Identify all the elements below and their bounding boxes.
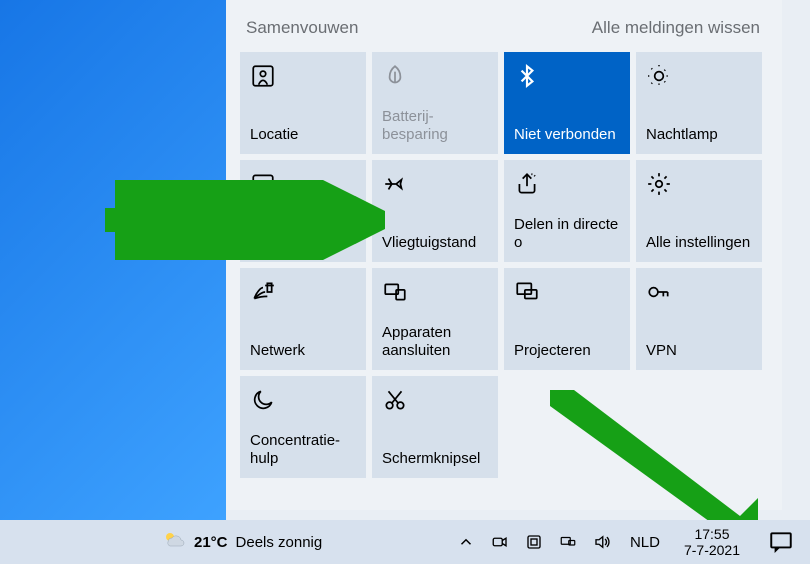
quick-action-label: Niet verbonden (514, 126, 620, 144)
moon-icon (250, 386, 278, 414)
quick-action-label: Netwerk (250, 342, 356, 360)
share-icon (514, 170, 542, 198)
bluetooth-icon (514, 62, 542, 90)
quick-action-label: Concentratie-hulp (250, 432, 356, 468)
quick-action-location[interactable]: Locatie (240, 52, 366, 154)
clock-date: 7-7-2021 (684, 542, 740, 558)
quick-action-network[interactable]: Netwerk (240, 268, 366, 370)
weather-desc: Deels zonnig (236, 534, 323, 551)
snip-icon (382, 386, 410, 414)
system-tray: NLD 17:55 7-7-2021 (456, 526, 802, 558)
ime-indicator[interactable]: NLD (626, 534, 664, 551)
quick-action-label: Alle instellingen (646, 234, 752, 252)
taskbar-clock[interactable]: 17:55 7-7-2021 (678, 526, 746, 558)
action-center-button[interactable] (768, 529, 794, 555)
quick-action-nearby-share[interactable]: Delen in directe o (504, 160, 630, 262)
location-icon (250, 62, 278, 90)
vpn-icon (646, 278, 674, 306)
nightlight-icon (646, 62, 674, 90)
quick-action-label: Locatie (250, 126, 356, 144)
clock-time: 17:55 (684, 526, 740, 542)
quick-action-airplane-mode[interactable]: Vliegtuigstand (372, 160, 498, 262)
quick-action-label: Apparaten aansluiten (382, 324, 488, 360)
tray-overflow-chevron-icon[interactable] (456, 532, 476, 552)
annotation-arrow-1 (105, 180, 385, 260)
quick-action-vpn[interactable]: VPN (636, 268, 762, 370)
connect-icon (382, 278, 410, 306)
weather-temp: 21°C (194, 534, 228, 551)
quick-action-battery-saver[interactable]: Batterij-besparing (372, 52, 498, 154)
network-icon (250, 278, 278, 306)
network-tray-icon[interactable] (558, 532, 578, 552)
clear-notifications-link[interactable]: Alle meldingen wissen (592, 18, 760, 38)
quick-action-label: Projecteren (514, 342, 620, 360)
quick-action-all-settings[interactable]: Alle instellingen (636, 160, 762, 262)
quick-action-project[interactable]: Projecteren (504, 268, 630, 370)
quick-action-label: Schermknipsel (382, 450, 488, 468)
settings-icon (646, 170, 674, 198)
quick-action-bluetooth[interactable]: Niet verbonden (504, 52, 630, 154)
quick-action-screen-snip[interactable]: Schermknipsel (372, 376, 498, 478)
tray-app-icon[interactable] (524, 532, 544, 552)
volume-tray-icon[interactable] (592, 532, 612, 552)
quick-action-label: Nachtlamp (646, 126, 752, 144)
battery-leaf-icon (382, 62, 410, 90)
quick-action-connect[interactable]: Apparaten aansluiten (372, 268, 498, 370)
taskbar-weather[interactable]: 21°C Deels zonnig (162, 528, 322, 556)
quick-action-label: VPN (646, 342, 752, 360)
quick-action-label: Vliegtuigstand (382, 234, 488, 252)
quick-action-label: Batterij-besparing (382, 108, 488, 144)
taskbar: 21°C Deels zonnig NLD 17:55 7-7-2021 (0, 520, 810, 564)
project-icon (514, 278, 542, 306)
weather-icon (162, 528, 186, 556)
desktop-background (0, 0, 226, 524)
airplane-icon (382, 170, 410, 198)
action-center-header: Samenvouwen Alle meldingen wissen (226, 0, 782, 52)
meet-now-icon[interactable] (490, 532, 510, 552)
quick-action-label: Delen in directe o (514, 216, 620, 252)
quick-action-nightlight[interactable]: Nachtlamp (636, 52, 762, 154)
collapse-link[interactable]: Samenvouwen (246, 18, 358, 38)
quick-action-focus-assist[interactable]: Concentratie-hulp (240, 376, 366, 478)
